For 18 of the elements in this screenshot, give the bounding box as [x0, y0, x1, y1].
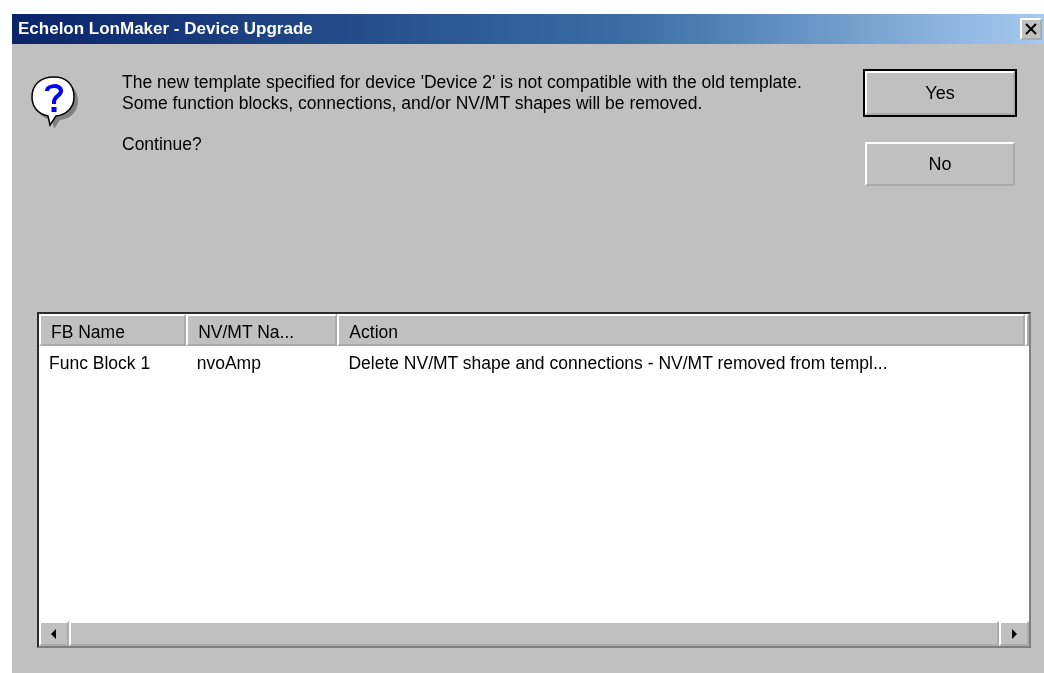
dialog-button[interactable]: No: [865, 142, 1015, 186]
scroll-left-button[interactable]: [39, 621, 69, 646]
question-icon: [30, 74, 78, 128]
column-header[interactable]: NV/MT Na...: [186, 314, 338, 346]
scroll-right-button[interactable]: [999, 621, 1029, 646]
close-button[interactable]: [1020, 18, 1042, 40]
window-title: Echelon LonMaker - Device Upgrade: [18, 19, 313, 39]
table-cell: Delete NV/MT shape and connections - NV/MT removed from templ...: [348, 352, 888, 373]
close-icon: [1024, 23, 1038, 35]
message-text: The new template specified for device 'Device 2' is not compatible with the old template. Some function blocks, connections, and/or NV/MT shapes will be removed.: [122, 72, 803, 114]
message-text: Continue?: [122, 134, 203, 155]
column-header[interactable]: FB Name: [39, 314, 187, 346]
left-arrow-icon: [50, 627, 58, 640]
column-header[interactable]: Action: [337, 314, 1025, 346]
table-cell: Func Block 1: [49, 352, 151, 373]
right-arrow-icon: [1010, 627, 1018, 640]
dialog-button[interactable]: Yes: [865, 71, 1015, 115]
table-cell: nvoAmp: [196, 352, 261, 373]
